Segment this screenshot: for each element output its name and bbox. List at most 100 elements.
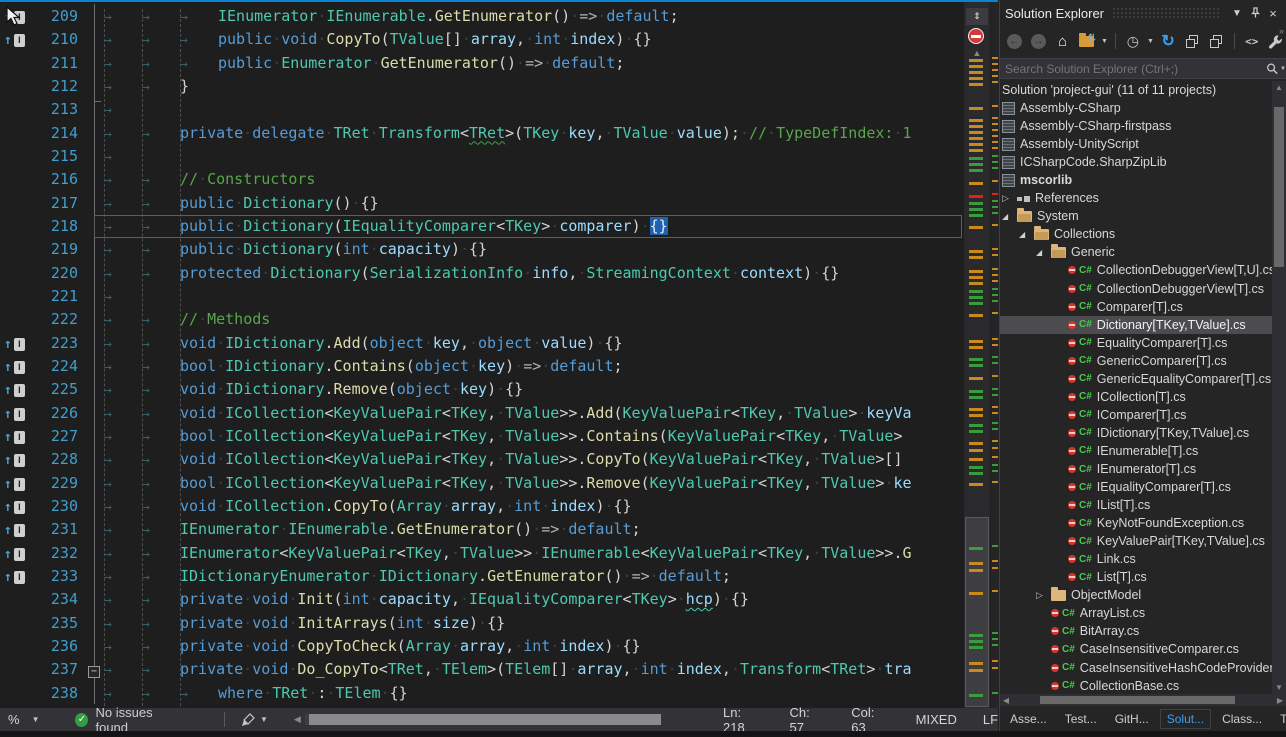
eol-indicator[interactable]: LF xyxy=(983,712,998,727)
no-entry-icon[interactable] xyxy=(968,28,984,44)
code-line[interactable]: ↑I230→→void·ICollection.CopyTo(Array·arr… xyxy=(0,495,962,518)
override-glyph-icon[interactable]: ↑I xyxy=(0,425,30,448)
tool-window-tab[interactable]: Solut... xyxy=(1160,709,1211,729)
tree-item[interactable]: ◢System xyxy=(1000,207,1286,225)
line-number[interactable]: 219 xyxy=(30,238,78,261)
scroll-down-arrow[interactable]: ▼ xyxy=(1272,683,1286,692)
tool-window-tab[interactable]: Tea... xyxy=(1273,709,1286,729)
expander-closed-icon[interactable]: ▷ xyxy=(1002,193,1017,204)
solution-tree[interactable]: Solution 'project-gui' (11 of 11 project… xyxy=(1000,81,1286,694)
collapse-all-button[interactable] xyxy=(1182,30,1202,52)
pin-icon[interactable] xyxy=(1246,4,1264,22)
tree-item[interactable]: C#List[T].cs xyxy=(1000,568,1286,586)
code-line[interactable]: 234→→private·void·Init(int·capacity,·IEq… xyxy=(0,588,962,611)
tree-vertical-scrollbar[interactable]: ▲ ▼ xyxy=(1272,81,1286,694)
code-text[interactable]: →→bool·ICollection<KeyValuePair<TKey,·TV… xyxy=(94,425,962,448)
code-text[interactable]: →→IEnumerator·IEnumerable.GetEnumerator(… xyxy=(94,518,962,541)
tree-item[interactable]: C#GenericComparer[T].cs xyxy=(1000,352,1286,370)
solution-search[interactable]: ▼ xyxy=(1000,58,1286,79)
code-text[interactable]: →→public·Dictionary(IEqualityComparer<TK… xyxy=(94,215,962,238)
zoom-control[interactable]: % ▼ xyxy=(8,712,39,727)
tree-item[interactable]: mscorlib xyxy=(1000,171,1286,189)
editor-scrollbar[interactable]: ⇕ ▲ xyxy=(964,2,990,708)
code-line[interactable]: 217 →→public·Dictionary()·{} xyxy=(0,192,962,215)
tree-item[interactable]: C#Comparer[T].cs xyxy=(1000,298,1286,316)
code-text[interactable]: →→private·void·Do_CopyTo<TRet,·TElem>(TE… xyxy=(94,658,962,681)
code-line[interactable]: ↑I232→→IEnumerator<KeyValuePair<TKey,·TV… xyxy=(0,542,962,565)
solution-explorer-titlebar[interactable]: Solution Explorer ▼ × xyxy=(1000,0,1286,26)
scroll-up-arrow[interactable]: ▲ xyxy=(1272,83,1286,92)
tree-item[interactable]: C#KeyValuePair[TKey,TValue].cs xyxy=(1000,532,1286,550)
line-number[interactable]: 224 xyxy=(30,355,78,378)
line-number[interactable]: 217 xyxy=(30,192,78,215)
tool-window-tab[interactable]: Test... xyxy=(1058,709,1104,729)
override-glyph-icon[interactable]: ↑I xyxy=(0,378,30,401)
line-number[interactable]: 231 xyxy=(30,518,78,541)
code-line[interactable]: 236→→private·void·CopyToCheck(Array·arra… xyxy=(0,635,962,658)
home-button[interactable]: ⌂ xyxy=(1052,30,1072,52)
tree-item[interactable]: C#IEnumerable[T].cs xyxy=(1000,442,1286,460)
code-text[interactable]: →→→public·void·CopyTo(TValue[]·array,·in… xyxy=(94,28,962,51)
line-number[interactable]: 238 xyxy=(30,682,78,705)
horizontal-scrollbar-thumb[interactable] xyxy=(309,714,661,725)
code-line[interactable]: 211→→→public·Enumerator·GetEnumerator()·… xyxy=(0,52,962,75)
code-text[interactable]: →→private·void·CopyToCheck(Array·array,·… xyxy=(94,635,962,658)
code-text[interactable]: →→bool·ICollection<KeyValuePair<TKey,·TV… xyxy=(94,472,962,495)
expander-open-icon[interactable]: ◢ xyxy=(1019,230,1034,239)
code-line[interactable]: 216→→//·Constructors xyxy=(0,168,962,191)
line-number[interactable]: 218 xyxy=(30,215,78,238)
tree-item[interactable]: Assembly-UnityScript xyxy=(1000,135,1286,153)
preview-selected-items-button[interactable] xyxy=(1206,30,1226,52)
code-text[interactable]: →→void·IDictionary.Remove(object·key)·{} xyxy=(94,378,962,401)
tree-item[interactable]: C#IList[T].cs xyxy=(1000,496,1286,514)
tree-item[interactable]: C#ArrayList.cs xyxy=(1000,604,1286,622)
expander-open-icon[interactable]: ◢ xyxy=(1002,212,1017,221)
code-text[interactable]: →→void·IDictionary.Add(object·key,·objec… xyxy=(94,332,962,355)
code-text[interactable]: → xyxy=(94,98,962,121)
back-button[interactable]: ← xyxy=(1004,30,1024,52)
tool-window-tab[interactable]: Asse... xyxy=(1003,709,1054,729)
line-number[interactable]: 239 xyxy=(30,705,78,708)
line-number[interactable]: 213 xyxy=(30,98,78,121)
override-glyph-icon[interactable]: ↑I xyxy=(0,448,30,471)
code-line[interactable]: ↑I229→→bool·ICollection<KeyValuePair<TKe… xyxy=(0,472,962,495)
code-text[interactable]: →→bool·IDictionary.Contains(object·key)·… xyxy=(94,355,962,378)
tree-item[interactable]: C#CollectionDebuggerView[T].cs xyxy=(1000,280,1286,298)
close-icon[interactable]: × xyxy=(1264,4,1282,22)
line-number[interactable]: 223 xyxy=(30,332,78,355)
tree-item[interactable]: C#Dictionary[TKey,TValue].cs xyxy=(1000,316,1286,334)
code-line[interactable]: ↑I227→→bool·ICollection<KeyValuePair<TKe… xyxy=(0,425,962,448)
line-number[interactable]: 233 xyxy=(30,565,78,588)
line-number[interactable]: 234 xyxy=(30,588,78,611)
tree-item[interactable]: Assembly-CSharp-firstpass xyxy=(1000,117,1286,135)
scrollbar-thumb[interactable] xyxy=(1274,107,1284,267)
tree-item[interactable]: C#ICollection[T].cs xyxy=(1000,388,1286,406)
code-text[interactable]: →→private·void·InitArrays(int·size)·{} xyxy=(94,612,962,635)
tree-item[interactable]: C#CaseInsensitiveComparer.cs xyxy=(1000,640,1286,658)
code-text[interactable]: →→private·static·KeyValuePair<TKey,·TVal… xyxy=(94,705,962,708)
code-text[interactable]: →→→where·TRet·:·TElem·{} xyxy=(94,682,962,705)
scrollbar-thumb[interactable] xyxy=(965,517,989,707)
line-number[interactable]: 212 xyxy=(30,75,78,98)
code-text[interactable]: →→IEnumerator<KeyValuePair<TKey,·TValue>… xyxy=(94,542,962,565)
tree-item[interactable]: ◢Collections xyxy=(1000,225,1286,243)
code-line[interactable]: ↑I210→→→public·void·CopyTo(TValue[]·arra… xyxy=(0,28,962,51)
line-number[interactable]: 226 xyxy=(30,402,78,425)
line-number[interactable]: 232 xyxy=(30,542,78,565)
tree-item[interactable]: C#IDictionary[TKey,TValue].cs xyxy=(1000,424,1286,442)
code-line[interactable]: 215→ xyxy=(0,145,962,168)
sync-with-active-document-button[interactable] xyxy=(1077,30,1097,52)
line-number[interactable]: 215 xyxy=(30,145,78,168)
code-line[interactable]: 220→→protected·Dictionary(SerializationI… xyxy=(0,262,962,285)
scroll-right-arrow[interactable]: ▶ xyxy=(1274,696,1286,705)
tree-item[interactable]: C#IComparer[T].cs xyxy=(1000,406,1286,424)
code-line[interactable]: ↑I209→→→IEnumerator·IEnumerable.GetEnume… xyxy=(0,5,962,28)
tree-item[interactable]: C#EqualityComparer[T].cs xyxy=(1000,334,1286,352)
code-cleanup-button[interactable]: ▼ xyxy=(241,713,268,727)
code-line[interactable]: ↑I231→→IEnumerator·IEnumerable.GetEnumer… xyxy=(0,518,962,541)
code-text[interactable]: →→} xyxy=(94,75,962,98)
code-text[interactable]: →→→public·Enumerator·GetEnumerator()·=>·… xyxy=(94,52,962,75)
code-line[interactable]: 218 →→public·Dictionary(IEqualityComparer… xyxy=(0,215,962,238)
tree-item[interactable]: C#IEnumerator[T].cs xyxy=(1000,460,1286,478)
code-text[interactable]: →→public·Dictionary()·{} xyxy=(94,192,962,215)
